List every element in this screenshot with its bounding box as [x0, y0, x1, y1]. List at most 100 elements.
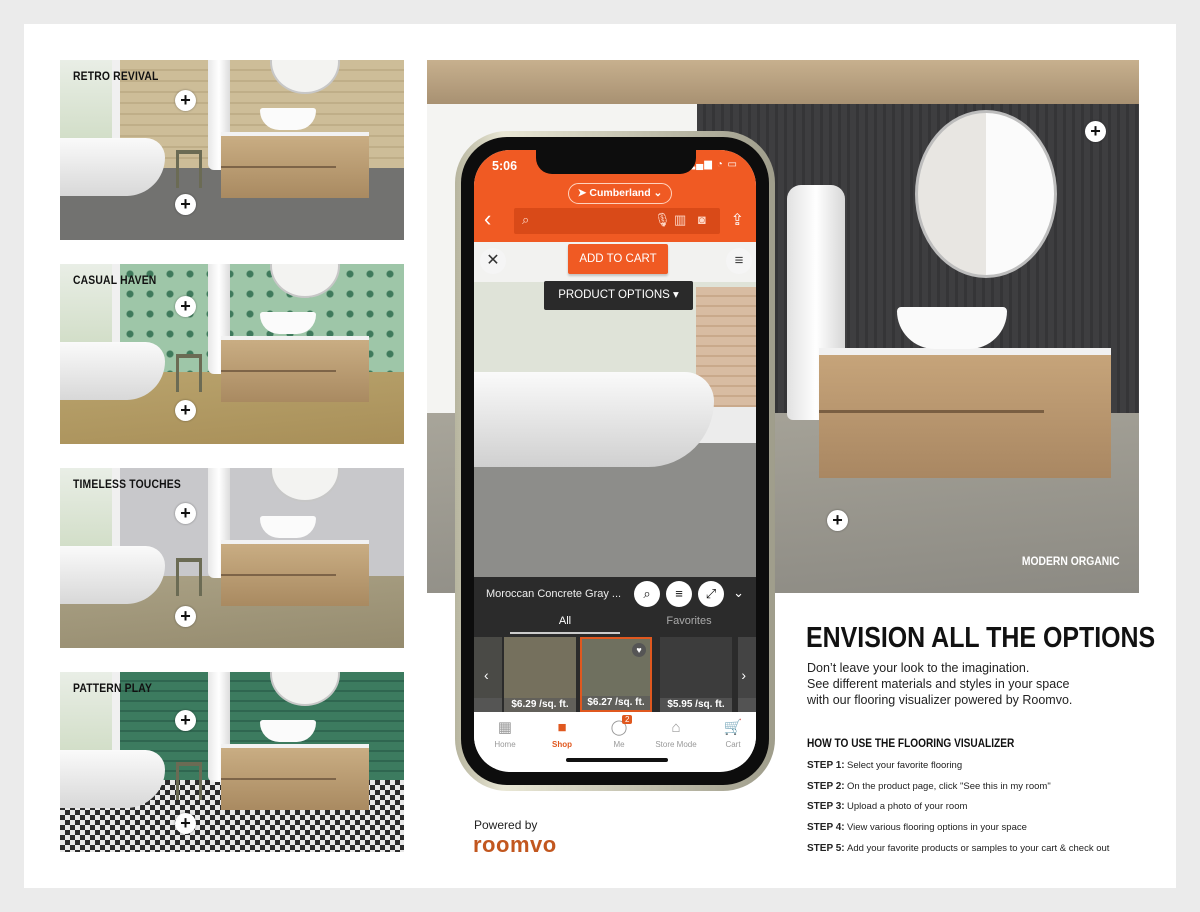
- camera-icon[interactable]: ◙: [698, 212, 706, 227]
- filter-icon[interactable]: ≡: [666, 581, 692, 607]
- vanity: [221, 336, 369, 402]
- floor-hotspot-plus-icon[interactable]: +: [827, 510, 848, 531]
- intro-line: Don’t leave your look to the imagination…: [807, 661, 1030, 675]
- room-label: TIMELESS TOUCHES: [73, 479, 181, 491]
- room-label: RETRO REVIVAL: [73, 71, 159, 83]
- vanity: [221, 540, 369, 606]
- barcode-icon[interactable]: ▥: [674, 212, 686, 228]
- hero-label: MODERN ORGANIC: [1022, 556, 1120, 568]
- tab-label: Cart: [725, 740, 741, 749]
- menu-icon[interactable]: ≡: [726, 248, 752, 274]
- step-text: View various flooring options in your sp…: [847, 822, 1027, 833]
- stool: [176, 150, 202, 188]
- step-label: STEP 1:: [807, 760, 845, 771]
- search-icon: ⌕: [522, 212, 530, 227]
- floor-hotspot-plus-icon[interactable]: +: [175, 606, 196, 627]
- floor-hotspot-plus-icon[interactable]: +: [175, 194, 196, 215]
- step-label: STEP 4:: [807, 822, 845, 833]
- product-name: Moroccan Concrete Gray ...: [486, 588, 622, 600]
- howto-title: HOW TO USE THE FLOORING VISUALIZER: [807, 738, 1015, 750]
- back-chevron-icon[interactable]: ‹: [484, 208, 491, 230]
- step-4: STEP 4: View various flooring options in …: [807, 822, 1027, 833]
- room-thumb-timeless-touches[interactable]: TIMELESS TOUCHES + +: [60, 468, 404, 648]
- vanity: [819, 348, 1111, 478]
- tab-cart[interactable]: 🛒 Cart: [704, 718, 756, 749]
- step-2: STEP 2: On the product page, click "See t…: [807, 781, 1051, 792]
- add-to-cart-button[interactable]: ADD TO CART: [568, 244, 668, 274]
- tab-all[interactable]: All: [510, 615, 620, 634]
- expand-icon[interactable]: ⤢: [698, 581, 724, 607]
- stool: [176, 762, 202, 800]
- tab-home[interactable]: ▦ Home: [476, 718, 534, 749]
- mirror: [915, 110, 1057, 278]
- chevron-down-icon: ⌄: [650, 187, 663, 199]
- product-panel: Moroccan Concrete Gray ... ⌕ ≡ ⤢ ⌄ All F…: [474, 577, 756, 712]
- wall-hotspot-plus-icon[interactable]: +: [1085, 121, 1106, 142]
- search-input[interactable]: ⌕ 🎙 ▥ ◙: [514, 208, 720, 234]
- tab-favorites[interactable]: Favorites: [634, 615, 744, 627]
- tab-label: Home: [494, 740, 516, 749]
- bucket-icon: ■: [557, 719, 567, 736]
- room-thumb-retro-revival[interactable]: RETRO REVIVAL + +: [60, 60, 404, 240]
- store-selector[interactable]: ➤ Cumberland ⌄: [568, 183, 672, 204]
- step-3: STEP 3: Upload a photo of your room: [807, 801, 967, 812]
- room-thumb-casual-haven[interactable]: CASUAL HAVEN + +: [60, 264, 404, 444]
- wall-hotspot-plus-icon[interactable]: +: [175, 503, 196, 524]
- phone-screen: 5:06 ▂▄▆ ◔ ▭ ➤ Cumberland ⌄ ‹ ⌕ 🎙 ▥ ◙ ⇪ …: [474, 150, 756, 772]
- tab-shop[interactable]: ■ Shop: [533, 718, 591, 749]
- room-thumb-pattern-play[interactable]: PATTERN PLAY + +: [60, 672, 404, 852]
- bathtub: [60, 546, 165, 604]
- swatch-item[interactable]: $5.95 /sq. ft.: [660, 637, 732, 712]
- room-visualizer-view[interactable]: ✕ ≡ ADD TO CART PRODUCT OPTIONS ▾: [474, 242, 756, 577]
- swatch-price: ft.: [474, 698, 502, 712]
- wall-hotspot-plus-icon[interactable]: +: [175, 90, 196, 111]
- swatch-item[interactable]: $6.29 /sq. ft.: [504, 637, 576, 712]
- prev-arrow-icon[interactable]: ‹: [484, 667, 489, 683]
- bathtub: [60, 138, 165, 196]
- vanity: [221, 744, 369, 810]
- product-options-label: PRODUCT OPTIONS: [558, 289, 670, 301]
- close-icon[interactable]: ✕: [480, 248, 506, 274]
- tab-store-mode[interactable]: ⌂ Store Mode: [647, 718, 705, 749]
- share-icon[interactable]: ⇪: [731, 210, 744, 230]
- bathtub: [474, 372, 714, 467]
- swatch-price: $6.29 /sq. ft.: [504, 698, 576, 712]
- tab-label: Shop: [552, 740, 572, 749]
- ceiling-beam: [427, 60, 1139, 104]
- heart-icon[interactable]: ♥: [632, 643, 646, 657]
- stool: [176, 354, 202, 392]
- location-arrow-icon: ➤: [577, 187, 590, 199]
- next-arrow-icon[interactable]: ›: [741, 667, 746, 683]
- home-depot-logo-icon: ▦: [497, 719, 513, 736]
- intro-line: See different materials and styles in yo…: [807, 677, 1070, 691]
- swatch-price: $6.: [738, 698, 756, 712]
- home-indicator: [566, 758, 668, 762]
- room-label: CASUAL HAVEN: [73, 275, 157, 287]
- stool: [176, 558, 202, 596]
- vanity: [221, 132, 369, 198]
- step-5: STEP 5: Add your favorite products or sam…: [807, 843, 1109, 854]
- notification-badge: 2: [622, 715, 633, 724]
- chevron-down-icon[interactable]: ⌄: [733, 585, 744, 601]
- step-text: Select your favorite flooring: [847, 760, 963, 771]
- intro-line: with our flooring visualizer powered by …: [807, 693, 1073, 707]
- swatch-item-selected[interactable]: ♥ $6.27 /sq. ft.: [580, 637, 652, 712]
- microphone-icon[interactable]: 🎙: [654, 212, 671, 228]
- floor-hotspot-plus-icon[interactable]: +: [175, 400, 196, 421]
- phone-mockup: 5:06 ▂▄▆ ◔ ▭ ➤ Cumberland ⌄ ‹ ⌕ 🎙 ▥ ◙ ⇪ …: [455, 131, 775, 791]
- step-label: STEP 2:: [807, 781, 845, 792]
- product-options-dropdown[interactable]: PRODUCT OPTIONS ▾: [544, 281, 693, 310]
- tab-me[interactable]: ◯ 2 Me: [590, 715, 648, 749]
- powered-by-text: Powered by: [474, 818, 538, 832]
- swatch-price: $6.27 /sq. ft.: [582, 696, 650, 710]
- step-1: STEP 1: Select your favorite flooring: [807, 760, 962, 771]
- step-text: On the product page, click "See this in …: [847, 781, 1051, 792]
- step-label: STEP 5:: [807, 843, 845, 854]
- floor-hotspot-plus-icon[interactable]: +: [175, 813, 196, 834]
- search-icon[interactable]: ⌕: [634, 581, 660, 607]
- intro-text: Don’t leave your look to the imagination…: [807, 660, 1072, 708]
- wall-hotspot-plus-icon[interactable]: +: [175, 296, 196, 317]
- status-time: 5:06: [492, 159, 518, 173]
- step-label: STEP 3:: [807, 801, 845, 812]
- wall-hotspot-plus-icon[interactable]: +: [175, 710, 196, 731]
